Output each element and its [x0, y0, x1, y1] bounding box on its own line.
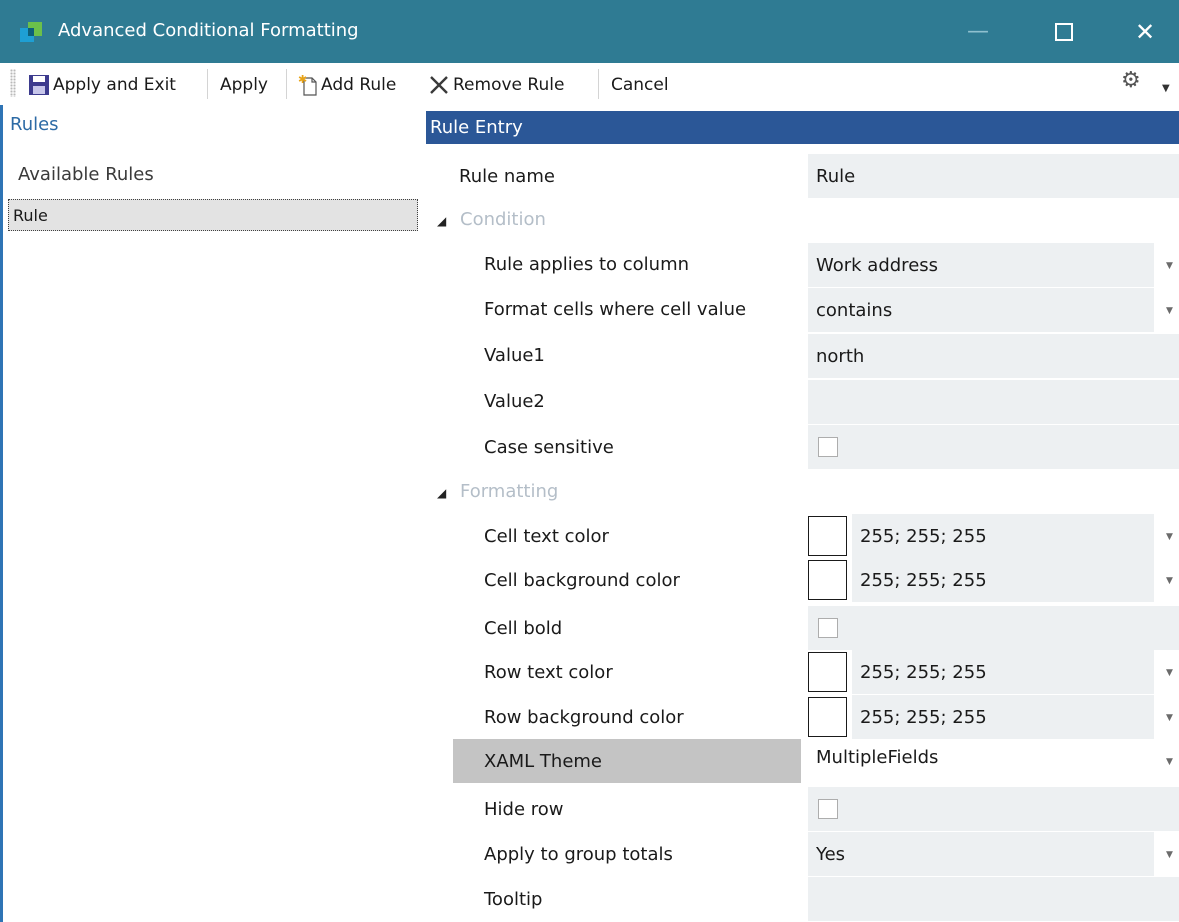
cell-text-color-label: Cell text color: [484, 526, 609, 547]
value2-input[interactable]: [808, 380, 1179, 424]
row-bg-color-value[interactable]: 255; 255; 255: [852, 695, 1154, 739]
tooltip-input[interactable]: [808, 877, 1179, 921]
xaml-theme-label: XAML Theme: [484, 751, 603, 772]
minimize-button[interactable]: —: [948, 0, 1008, 63]
case-sensitive-checkbox[interactable]: [818, 437, 838, 457]
hide-row-checkbox[interactable]: [818, 799, 838, 819]
collapse-triangle-icon[interactable]: ◢: [437, 214, 446, 228]
svg-text:✱: ✱: [298, 74, 307, 86]
rule-entry-header: Rule Entry: [426, 111, 1179, 144]
applies-to-column-select[interactable]: Work address: [808, 243, 1154, 287]
collapse-triangle-icon[interactable]: ◢: [437, 486, 446, 500]
cell-bold-label: Cell bold: [484, 618, 563, 639]
format-where-select[interactable]: contains: [808, 288, 1154, 332]
cancel-button[interactable]: Cancel: [611, 72, 669, 98]
chevron-down-icon[interactable]: ▼: [1166, 261, 1173, 271]
chevron-down-icon[interactable]: ▼: [1166, 850, 1173, 860]
format-where-label: Format cells where cell value: [484, 299, 747, 320]
row-text-color-label: Row text color: [484, 662, 613, 683]
chevron-down-icon[interactable]: ▼: [1166, 532, 1173, 542]
applies-to-column-label: Rule applies to column: [484, 254, 690, 275]
cell-bg-color-swatch[interactable]: [808, 560, 847, 600]
chevron-down-icon[interactable]: ▼: [1166, 576, 1173, 586]
cell-bg-color-label: Cell background color: [484, 570, 680, 591]
value1-label: Value1: [484, 345, 545, 366]
cell-bold-cell: [808, 606, 1179, 650]
save-icon: [29, 75, 49, 95]
available-rules-heading: Available Rules: [18, 164, 154, 185]
remove-icon: [430, 76, 448, 94]
toolbar-separator: [286, 69, 287, 99]
chevron-down-icon[interactable]: ▼: [1162, 83, 1170, 94]
window-title: Advanced Conditional Formatting: [58, 20, 359, 41]
group-totals-select[interactable]: Yes: [808, 832, 1154, 876]
tooltip-label: Tooltip: [484, 889, 543, 910]
apply-and-exit-button[interactable]: Apply and Exit: [28, 72, 176, 98]
apply-and-exit-label: Apply and Exit: [53, 75, 176, 95]
toolbar-separator: [598, 69, 599, 99]
close-button[interactable]: ✕: [1115, 0, 1175, 63]
left-panel-edge: [0, 105, 3, 922]
cell-bg-color-value[interactable]: 255; 255; 255: [852, 558, 1154, 602]
row-text-color-swatch[interactable]: [808, 652, 847, 692]
chevron-down-icon[interactable]: ▼: [1166, 306, 1173, 316]
remove-rule-button[interactable]: Remove Rule: [428, 72, 564, 98]
add-document-icon: ✱: [298, 74, 317, 96]
hide-row-label: Hide row: [484, 799, 564, 820]
case-sensitive-label: Case sensitive: [484, 437, 614, 458]
rules-panel-title: Rules: [10, 114, 59, 135]
hide-row-cell: [808, 787, 1179, 831]
row-bg-color-swatch[interactable]: [808, 697, 847, 737]
cell-text-color-swatch[interactable]: [808, 516, 847, 556]
xaml-theme-select[interactable]: MultipleFields: [808, 739, 1154, 783]
maximize-button[interactable]: [1034, 0, 1094, 63]
apply-button[interactable]: Apply: [220, 72, 268, 98]
rule-name-label: Rule name: [459, 166, 555, 187]
chevron-down-icon[interactable]: ▼: [1166, 668, 1173, 678]
toolbar-grip[interactable]: [10, 69, 16, 97]
gear-icon[interactable]: ⚙: [1121, 68, 1141, 93]
apply-label: Apply: [220, 75, 268, 95]
condition-category: Condition: [460, 209, 546, 230]
cell-bold-checkbox[interactable]: [818, 618, 838, 638]
value1-input[interactable]: north: [808, 334, 1179, 378]
add-rule-label: Add Rule: [321, 75, 397, 95]
case-sensitive-cell: [808, 425, 1179, 469]
group-totals-label: Apply to group totals: [484, 844, 673, 865]
chevron-down-icon[interactable]: ▼: [1166, 757, 1173, 767]
chevron-down-icon[interactable]: ▼: [1166, 713, 1173, 723]
cancel-label: Cancel: [611, 75, 669, 95]
row-bg-color-label: Row background color: [484, 707, 684, 728]
row-text-color-value[interactable]: 255; 255; 255: [852, 650, 1154, 694]
rule-list-item[interactable]: Rule: [8, 199, 418, 231]
remove-rule-label: Remove Rule: [453, 75, 565, 95]
toolbar: [0, 63, 1179, 105]
rule-name-field[interactable]: Rule: [808, 154, 1179, 198]
cell-text-color-value[interactable]: 255; 255; 255: [852, 514, 1154, 558]
toolbar-separator: [207, 69, 208, 99]
value2-label: Value2: [484, 391, 545, 412]
add-rule-button[interactable]: ✱ Add Rule: [298, 72, 396, 98]
app-icon: [20, 22, 42, 42]
formatting-category: Formatting: [460, 481, 559, 502]
maximize-icon: [1055, 22, 1073, 41]
